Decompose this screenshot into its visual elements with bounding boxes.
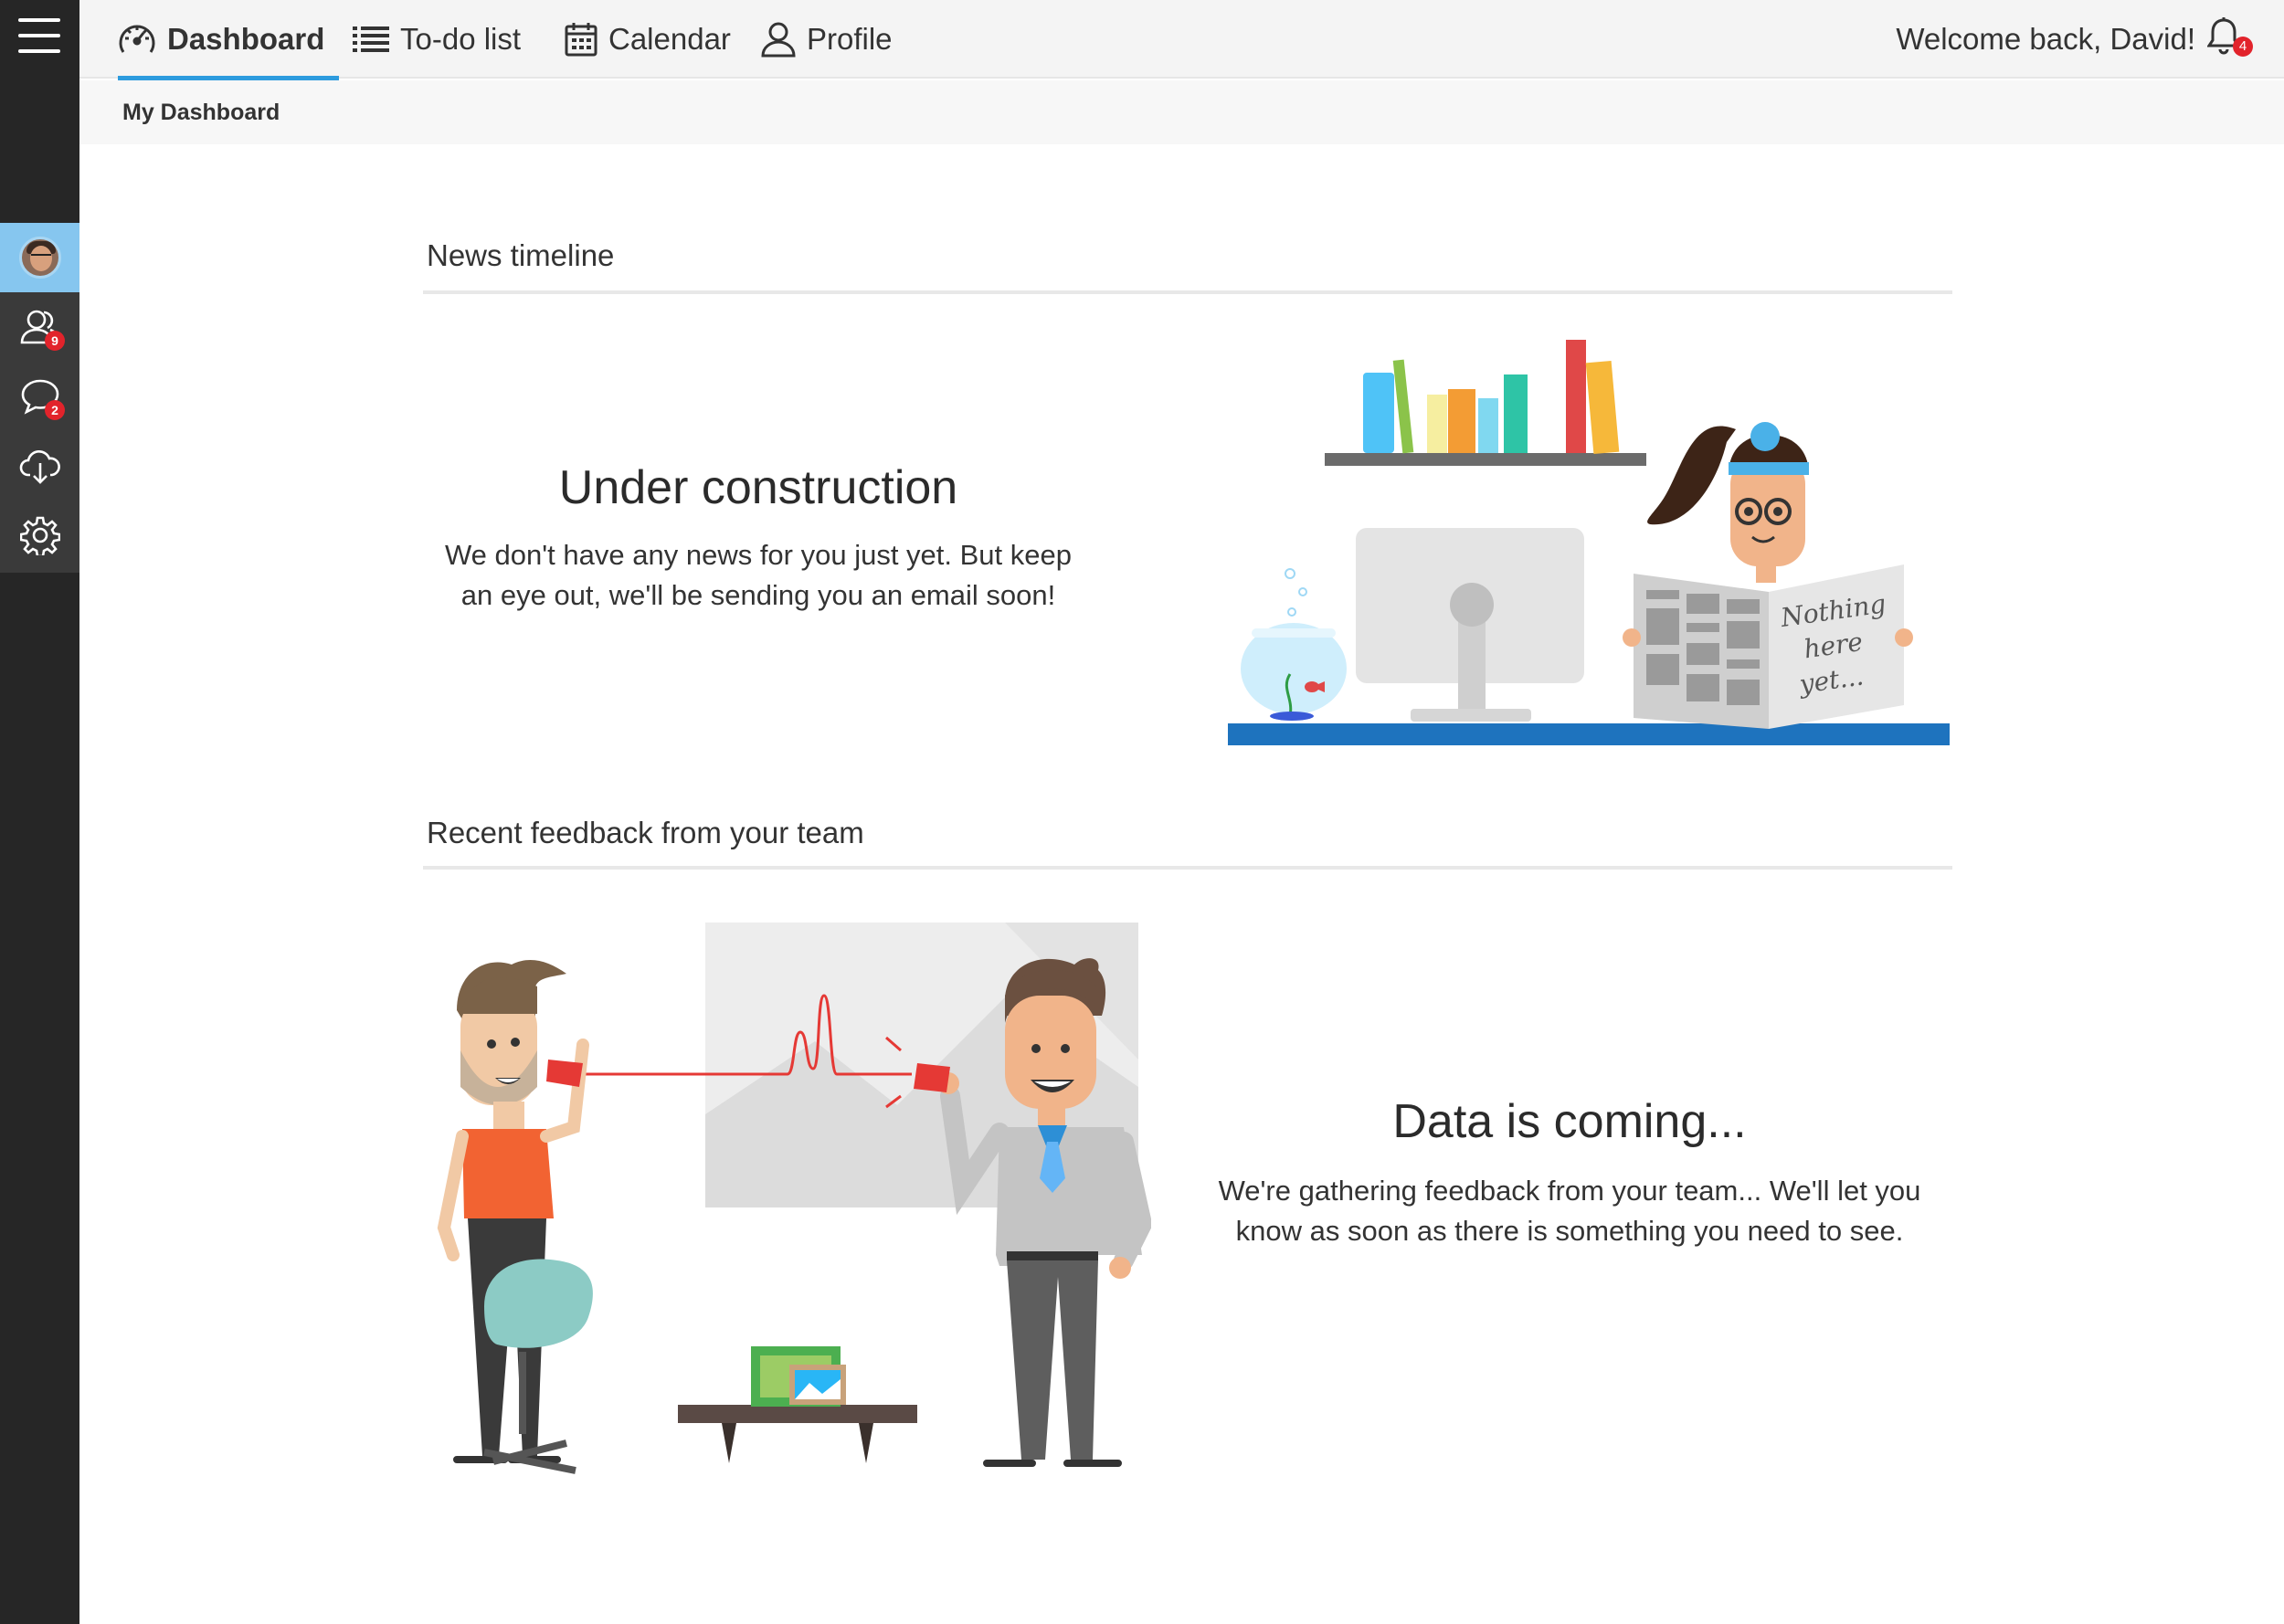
news-text-line2: an eye out, we'll be sending you an emai… <box>460 579 1056 611</box>
reading-newspaper-illustration: Nothing here yet... <box>1228 340 1950 745</box>
notification-badge: 4 <box>2233 37 2253 57</box>
feedback-heading: Data is coming... <box>1392 1095 1747 1148</box>
welcome-message: Welcome back, David! <box>1896 22 2195 56</box>
feedback-text-line2: know as soon as there is something you n… <box>1235 1215 1904 1247</box>
tab-dashboard[interactable]: Dashboard <box>118 0 340 80</box>
list-icon <box>353 26 389 52</box>
cloud-download-icon <box>19 449 60 484</box>
feedback-section-title: Recent feedback from your team <box>427 816 864 849</box>
sidebar-item-downloads[interactable] <box>0 431 79 501</box>
sidebar: 9 2 <box>0 0 79 1624</box>
tab-label: Calendar <box>608 22 731 56</box>
sidebar-group: 9 2 <box>0 223 79 573</box>
user-icon <box>761 22 796 58</box>
feedback-divider <box>423 866 1952 870</box>
speedometer-icon <box>119 25 155 53</box>
top-navigation: Dashboard To-do list Calendar Profile We… <box>79 0 2284 80</box>
news-section-title: News timeline <box>427 238 615 272</box>
tab-label: To-do list <box>400 22 522 56</box>
avatar <box>18 237 61 279</box>
feedback-text-line1: We're gathering feedback from your team.… <box>1218 1175 1921 1207</box>
news-heading: Under construction <box>558 461 958 514</box>
calendar-icon <box>565 23 597 57</box>
notifications-button[interactable]: 4 <box>2206 16 2253 60</box>
sidebar-item-settings[interactable] <box>0 501 79 570</box>
tin-can-phone-illustration <box>437 923 1151 1474</box>
tab-profile[interactable]: Profile <box>761 0 893 79</box>
team-badge: 9 <box>45 331 65 351</box>
tab-todo[interactable]: To-do list <box>353 0 521 79</box>
menu-icon[interactable] <box>18 18 60 57</box>
sidebar-item-team[interactable]: 9 <box>0 292 79 362</box>
tab-label: Profile <box>807 22 893 56</box>
news-text-line1: We don't have any news for you just yet.… <box>444 539 1072 571</box>
sidebar-item-messages[interactable]: 2 <box>0 362 79 431</box>
tab-label: Dashboard <box>167 22 325 56</box>
tab-calendar[interactable]: Calendar <box>565 0 731 79</box>
messages-badge: 2 <box>45 400 65 420</box>
gear-icon <box>19 516 60 555</box>
breadcrumb-bar: My Dashboard <box>79 80 2284 144</box>
news-divider <box>423 290 1952 294</box>
breadcrumb[interactable]: My Dashboard <box>122 80 280 144</box>
sidebar-item-profile[interactable] <box>0 223 79 292</box>
